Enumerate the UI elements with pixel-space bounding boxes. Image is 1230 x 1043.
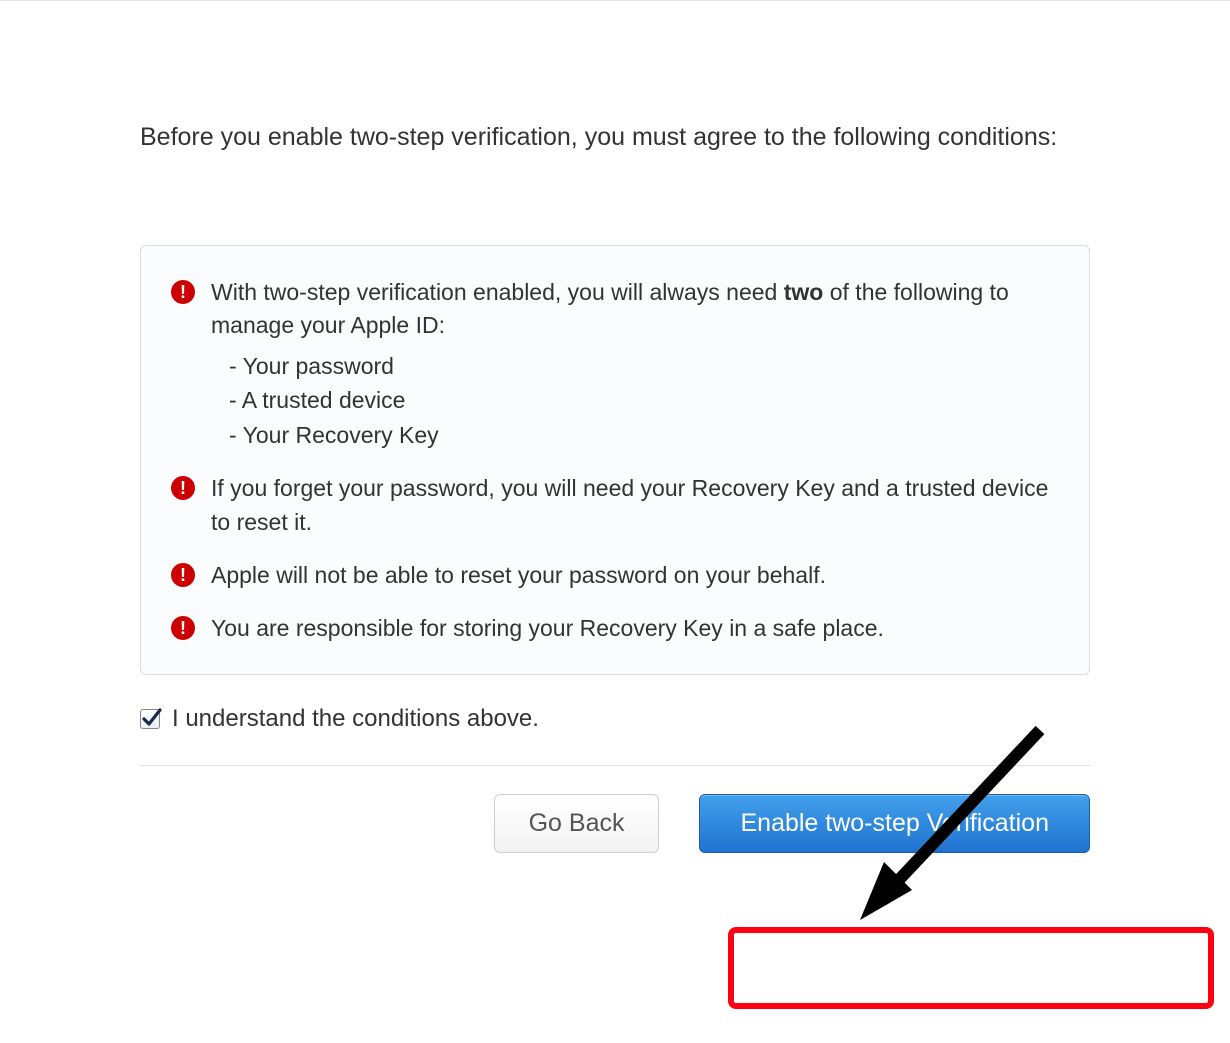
annotation-highlight — [728, 927, 1214, 1009]
divider — [140, 765, 1090, 766]
condition-text: With two-step verification enabled, you … — [211, 276, 1059, 452]
agree-row: I understand the conditions above. — [140, 705, 1090, 733]
condition-item: ! Apple will not be able to reset your p… — [171, 559, 1059, 592]
button-row: Go Back Enable two-step Verification — [140, 794, 1090, 853]
go-back-button[interactable]: Go Back — [494, 794, 660, 853]
condition-sublist: - Your password - A trusted device - You… — [211, 349, 1059, 453]
intro-text: Before you enable two-step verification,… — [140, 120, 1090, 155]
condition-subitem: - Your password — [211, 349, 1059, 384]
warning-icon: ! — [171, 563, 195, 587]
condition-subitem: - A trusted device — [211, 383, 1059, 418]
agree-label: I understand the conditions above. — [172, 705, 539, 733]
top-divider — [0, 0, 1230, 1]
warning-icon: ! — [171, 616, 195, 640]
agree-checkbox[interactable] — [140, 709, 160, 729]
condition-text-bold: two — [784, 279, 824, 305]
conditions-box: ! With two-step verification enabled, yo… — [140, 245, 1090, 675]
condition-text-part: With two-step verification enabled, you … — [211, 279, 784, 305]
condition-item: ! If you forget your password, you will … — [171, 472, 1059, 539]
condition-text: If you forget your password, you will ne… — [211, 472, 1059, 539]
condition-subitem: - Your Recovery Key — [211, 418, 1059, 453]
condition-item: ! You are responsible for storing your R… — [171, 612, 1059, 645]
warning-icon: ! — [171, 476, 195, 500]
content-container: Before you enable two-step verification,… — [140, 120, 1090, 853]
condition-text: Apple will not be able to reset your pas… — [211, 559, 826, 592]
enable-two-step-button[interactable]: Enable two-step Verification — [699, 794, 1090, 853]
condition-text: You are responsible for storing your Rec… — [211, 612, 884, 645]
condition-item: ! With two-step verification enabled, yo… — [171, 276, 1059, 452]
warning-icon: ! — [171, 280, 195, 304]
